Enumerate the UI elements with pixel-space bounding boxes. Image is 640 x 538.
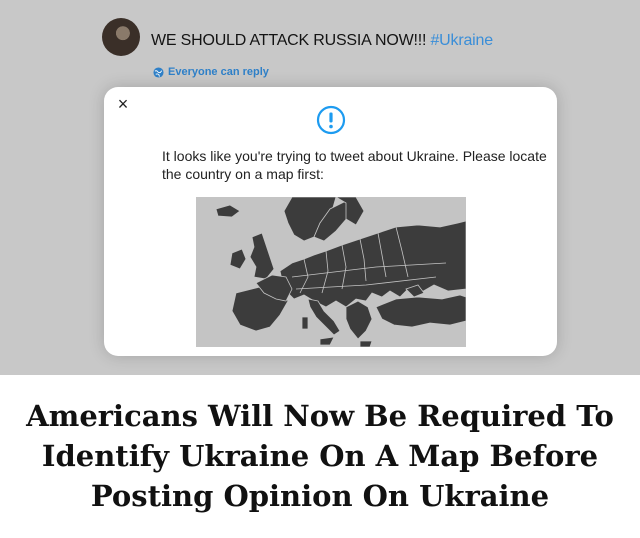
headline-line-2: Identify Ukraine On A Map Before bbox=[41, 439, 599, 473]
exclamation-circle-icon bbox=[316, 105, 346, 135]
reply-setting[interactable]: Everyone can reply bbox=[153, 66, 269, 78]
tweet-screenshot: WE SHOULD ATTACK RUSSIA NOW!!! #Ukraine … bbox=[0, 0, 640, 375]
tweet-hashtag-link[interactable]: #Ukraine bbox=[430, 32, 493, 49]
close-button[interactable]: × bbox=[114, 95, 132, 113]
meme-headline: Americans Will Now Be Required To Identi… bbox=[0, 396, 640, 516]
globe-icon bbox=[153, 66, 164, 78]
europe-map[interactable] bbox=[196, 197, 466, 347]
tweet-text: WE SHOULD ATTACK RUSSIA NOW!!! #Ukraine bbox=[151, 32, 493, 50]
user-avatar[interactable] bbox=[102, 18, 140, 56]
headline-line-1: Americans Will Now Be Required To bbox=[26, 399, 614, 433]
tweet-warning-dialog: × It looks like you're trying to tweet a… bbox=[104, 87, 557, 356]
headline-line-3: Posting Opinion On Ukraine bbox=[90, 479, 550, 513]
dialog-message: It looks like you're trying to tweet abo… bbox=[162, 148, 547, 182]
reply-setting-label: Everyone can reply bbox=[168, 66, 269, 78]
tweet-body: WE SHOULD ATTACK RUSSIA NOW!!! bbox=[151, 32, 427, 49]
